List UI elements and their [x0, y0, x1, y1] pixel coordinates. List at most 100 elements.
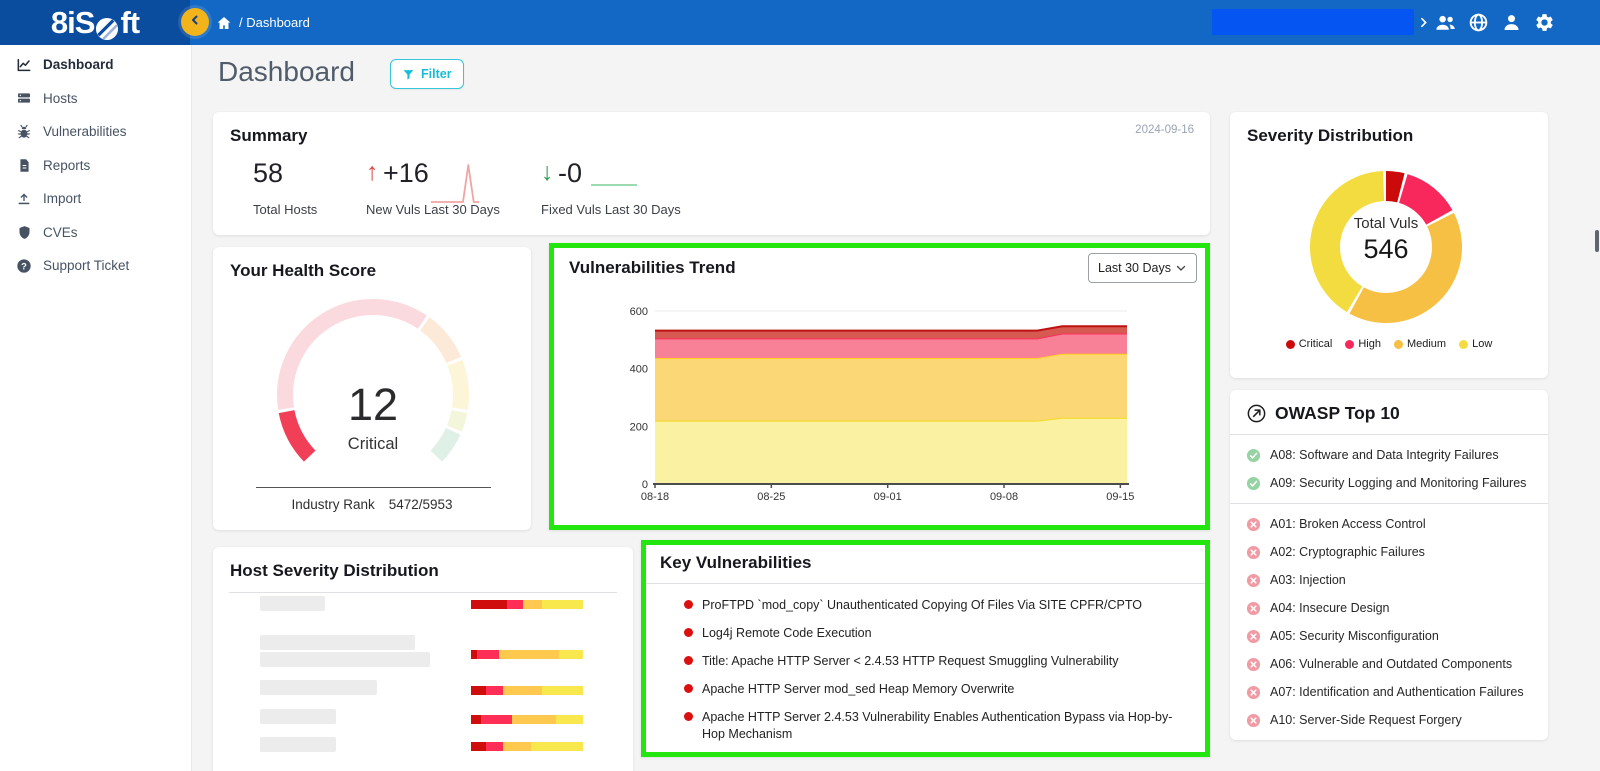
- health-gauge-center: 12 Critical: [273, 379, 473, 454]
- owasp-item-label: A06: Vulnerable and Outdated Components: [1270, 657, 1513, 671]
- svg-text:600: 600: [630, 306, 648, 318]
- host-severity-title: Host Severity Distribution: [230, 561, 439, 580]
- red-bullet-icon: [684, 628, 693, 637]
- total-hosts-value: 58: [253, 158, 284, 188]
- sidebar-item-label: Hosts: [43, 90, 78, 106]
- fixed-vuls-sparkline: [591, 184, 637, 186]
- legend-item-critical[interactable]: Critical: [1285, 338, 1333, 350]
- filter-button[interactable]: Filter: [390, 59, 464, 89]
- user-profile-icon[interactable]: [1500, 11, 1523, 34]
- owasp-failed-list: A01: Broken Access Control A02: Cryptogra…: [1230, 504, 1548, 740]
- vulnerabilities-trend-card: Vulnerabilities Trend Last 30 Days 0 200 4…: [549, 243, 1210, 530]
- navbar-icon-group: [1434, 0, 1556, 45]
- fixed-vuls-label: Fixed Vuls Last 30 Days: [541, 202, 681, 217]
- severity-title: Severity Distribution: [1247, 126, 1414, 145]
- breadcrumb-text[interactable]: / Dashboard: [239, 15, 310, 30]
- industry-rank-value: 5472/5953: [388, 497, 453, 512]
- sidebar-item-vulnerabilities[interactable]: Vulnerabilities: [0, 115, 191, 149]
- logo[interactable]: 8iS ft: [0, 0, 190, 45]
- redacted-host-label: [260, 635, 415, 650]
- x-circle-icon: [1246, 517, 1261, 532]
- health-title: Your Health Score: [230, 261, 377, 280]
- arrow-up-icon: ↑: [366, 158, 379, 186]
- sidebar-item-label: Reports: [43, 157, 91, 173]
- host-severity-bar: [471, 742, 583, 751]
- host-severity-row: [260, 709, 600, 726]
- redacted-host-label: [260, 680, 377, 695]
- redacted-host-label: [260, 709, 336, 724]
- host-severity-row: [260, 737, 600, 754]
- owasp-item: A02: Cryptographic Failures: [1246, 538, 1538, 566]
- summary-title: Summary: [230, 126, 308, 145]
- sidebar-collapse-button[interactable]: [181, 8, 209, 36]
- bar-segment-high: [506, 600, 523, 609]
- legend-label: Low: [1472, 338, 1493, 350]
- key-vuln-item: Title: Apache HTTP Server < 2.4.53 HTTP …: [684, 653, 1189, 670]
- divider: [229, 592, 617, 593]
- legend-dot: [1393, 339, 1403, 349]
- chevron-down-icon: [1175, 262, 1187, 274]
- users-icon[interactable]: [1434, 11, 1457, 34]
- legend-item-high[interactable]: High: [1345, 338, 1381, 350]
- key-vulns-title: Key Vulnerabilities: [660, 553, 812, 572]
- owasp-item: A06: Vulnerable and Outdated Components: [1246, 650, 1538, 678]
- host-severity-bar: [471, 686, 583, 695]
- app-root: 8iS ft / Dashboard Dashboard Hosts Vulnerab…: [0, 0, 1600, 771]
- summary-date: 2024-09-16: [1135, 124, 1194, 136]
- key-vuln-item: Apache HTTP Server mod_sed Heap Memory O…: [684, 681, 1189, 698]
- search-input[interactable]: [1212, 9, 1414, 35]
- sidebar-item-cves[interactable]: CVEs: [0, 216, 191, 250]
- trend-area-chart: 0 200 400 600 08-18 08-25 09-01 09-08 09-15: [630, 306, 1135, 503]
- page-title: Dashboard: [218, 56, 355, 87]
- severity-donut-center: Total Vuls 546: [1306, 215, 1466, 265]
- x-circle-icon: [1246, 601, 1261, 616]
- owasp-item: A07: Identification and Authentication F…: [1246, 678, 1538, 706]
- owasp-item: A09: Security Logging and Monitoring Fai…: [1246, 469, 1538, 497]
- settings-gear-icon[interactable]: [1533, 11, 1556, 34]
- trend-range-dropdown[interactable]: Last 30 Days: [1088, 253, 1197, 283]
- host-severity-bar: [471, 650, 583, 659]
- legend-label: Critical: [1298, 338, 1333, 350]
- owasp-item-label: A05: Security Misconfiguration: [1270, 629, 1439, 643]
- breadcrumb: / Dashboard: [216, 0, 310, 45]
- bar-segment-high: [485, 742, 504, 751]
- bar-segment-low: [541, 686, 583, 695]
- host-severity-row: [260, 680, 600, 697]
- health-score-level: Critical: [347, 435, 399, 453]
- owasp-title: OWASP Top 10: [1275, 403, 1400, 423]
- svg-text:200: 200: [630, 421, 648, 433]
- chevron-right-icon[interactable]: [1417, 14, 1430, 31]
- sidebar-item-import[interactable]: Import: [0, 182, 191, 216]
- svg-text:0: 0: [642, 479, 648, 491]
- health-score-value: 12: [347, 379, 399, 430]
- owasp-item-label: A08: Software and Data Integrity Failure…: [1270, 448, 1499, 462]
- legend-item-low[interactable]: Low: [1459, 338, 1492, 350]
- legend-item-medium[interactable]: Medium: [1393, 338, 1446, 350]
- red-bullet-icon: [684, 600, 693, 609]
- bar-segment-medium: [498, 650, 560, 659]
- sidebar-item-support-ticket[interactable]: ? Support Ticket: [0, 249, 191, 283]
- globe-icon[interactable]: [1467, 11, 1490, 34]
- bar-segment-critical: [471, 742, 486, 751]
- report-file-icon: [16, 157, 32, 173]
- chart-line-icon: [16, 57, 32, 73]
- x-circle-icon: [1246, 545, 1261, 560]
- bar-segment-medium: [503, 686, 542, 695]
- sidebar-item-reports[interactable]: Reports: [0, 149, 191, 183]
- bar-segment-high: [481, 715, 513, 724]
- owasp-item: A05: Security Misconfiguration: [1246, 622, 1538, 650]
- bar-segment-medium: [522, 600, 542, 609]
- owasp-top10-card: OWASP Top 10 A08: Software and Data Inte…: [1230, 390, 1548, 740]
- host-severity-row: [260, 596, 600, 613]
- owasp-item-label: A03: Injection: [1270, 573, 1346, 587]
- sidebar-item-hosts[interactable]: Hosts: [0, 82, 191, 116]
- owasp-item-label: A02: Cryptographic Failures: [1270, 545, 1425, 559]
- sidebar-item-dashboard[interactable]: Dashboard: [0, 48, 191, 82]
- home-icon[interactable]: [216, 15, 232, 31]
- key-vuln-item: Apache HTTP Server 2.4.53 Vulnerability …: [684, 709, 1189, 742]
- scrollbar-thumb[interactable]: [1595, 230, 1599, 252]
- svg-text:08-25: 08-25: [757, 491, 785, 503]
- bar-segment-low: [559, 650, 583, 659]
- server-icon: [16, 90, 32, 106]
- logo-globe-icon: [95, 13, 119, 40]
